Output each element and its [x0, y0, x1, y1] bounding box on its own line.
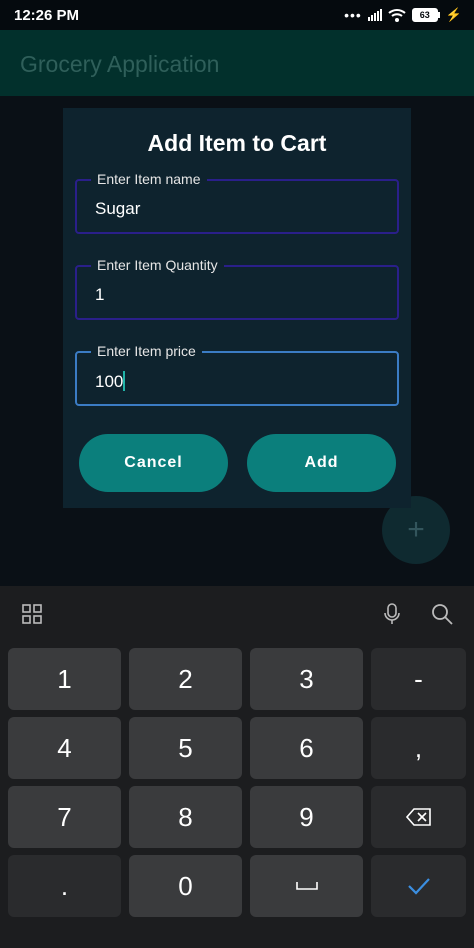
- key-1[interactable]: 1: [8, 648, 121, 710]
- space-icon: [295, 882, 318, 890]
- key-6[interactable]: 6: [250, 717, 363, 779]
- apps-grid-icon[interactable]: [20, 602, 44, 626]
- item-price-input[interactable]: 100: [95, 371, 126, 392]
- battery-level: 63: [411, 8, 438, 22]
- item-name-field[interactable]: Enter Item name Sugar: [75, 171, 399, 234]
- key-4[interactable]: 4: [8, 717, 121, 779]
- notification-dots-icon: •••: [344, 7, 362, 23]
- text-caret: [123, 371, 126, 391]
- app-title: Grocery Application: [20, 51, 220, 77]
- item-price-field[interactable]: Enter Item price 100: [75, 343, 399, 406]
- item-quantity-field[interactable]: Enter Item Quantity 1: [75, 257, 399, 320]
- add-item-dialog: Add Item to Cart Enter Item name Sugar E…: [63, 108, 411, 508]
- key-9[interactable]: 9: [250, 786, 363, 848]
- numeric-keyboard: 1 2 3 - 4 5 6 , 7 8 9 . 0: [0, 586, 474, 948]
- app-bar: Grocery Application: [0, 30, 474, 96]
- add-button[interactable]: Add: [247, 434, 396, 492]
- status-bar: 12:26 PM ••• 63 ⚡: [0, 0, 474, 30]
- signal-icon: [367, 9, 382, 21]
- item-name-value[interactable]: Sugar: [95, 199, 140, 219]
- battery-icon: 63: [411, 8, 440, 22]
- cancel-button[interactable]: Cancel: [79, 434, 228, 492]
- key-dot[interactable]: .: [8, 855, 121, 917]
- checkmark-icon: [407, 878, 430, 895]
- key-3[interactable]: 3: [250, 648, 363, 710]
- key-comma[interactable]: ,: [371, 717, 466, 779]
- item-price-label: Enter Item price: [91, 343, 202, 359]
- charging-icon: ⚡: [445, 7, 462, 22]
- status-time: 12:26 PM: [14, 7, 80, 24]
- key-0[interactable]: 0: [129, 855, 242, 917]
- search-icon[interactable]: [430, 602, 454, 626]
- key-2[interactable]: 2: [129, 648, 242, 710]
- item-name-label: Enter Item name: [91, 171, 207, 187]
- item-quantity-label: Enter Item Quantity: [91, 257, 224, 273]
- microphone-icon[interactable]: [380, 602, 404, 626]
- key-5[interactable]: 5: [129, 717, 242, 779]
- keyboard-toolbar: [0, 586, 474, 642]
- space-key[interactable]: [250, 855, 363, 917]
- item-quantity-value[interactable]: 1: [95, 285, 104, 305]
- key-8[interactable]: 8: [129, 786, 242, 848]
- backspace-icon: [405, 808, 431, 826]
- backspace-key[interactable]: [371, 786, 466, 848]
- done-key[interactable]: [371, 855, 466, 917]
- dialog-title: Add Item to Cart: [147, 130, 327, 156]
- key-dash[interactable]: -: [371, 648, 466, 710]
- wifi-icon: [388, 9, 406, 22]
- status-icons: ••• 63 ⚡: [344, 7, 462, 23]
- plus-icon: +: [407, 513, 425, 546]
- item-price-value: 100: [95, 372, 124, 391]
- key-7[interactable]: 7: [8, 786, 121, 848]
